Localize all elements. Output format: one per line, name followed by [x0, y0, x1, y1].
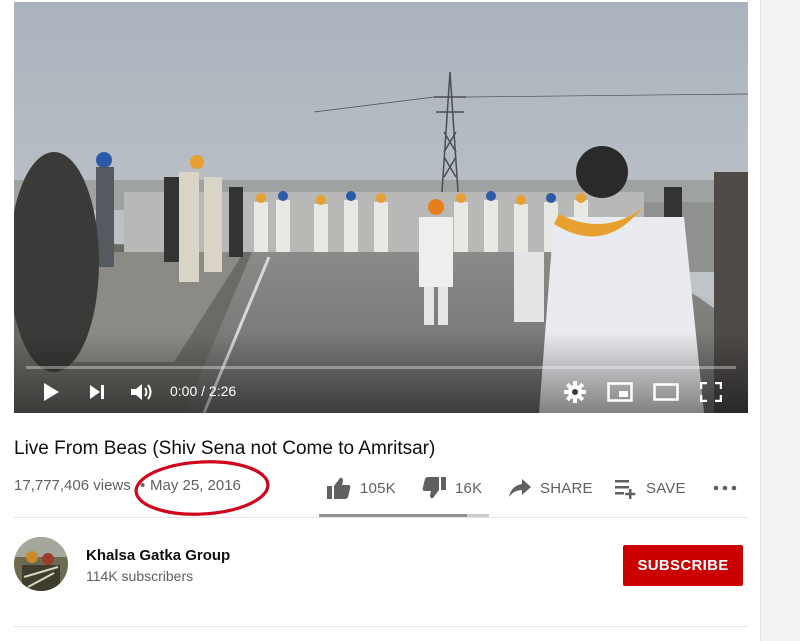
channel-avatar[interactable]	[14, 537, 68, 591]
like-button[interactable]: 105K	[326, 474, 396, 502]
subscribe-button[interactable]: SUBSCRIBE	[623, 545, 743, 586]
more-horizontal-icon	[713, 485, 737, 491]
right-panel-border	[760, 0, 761, 641]
video-player[interactable]: 0:00 / 2:26	[14, 2, 748, 413]
divider	[14, 517, 748, 518]
theater-mode-icon	[653, 383, 679, 401]
time-separator: /	[197, 383, 209, 399]
playlist-add-icon	[615, 480, 636, 499]
volume-icon	[131, 384, 152, 400]
fullscreen-button[interactable]	[698, 378, 724, 406]
thumbs-up-icon	[327, 477, 351, 499]
miniplayer-button[interactable]	[605, 378, 635, 406]
more-actions-button[interactable]	[713, 474, 737, 502]
next-button[interactable]	[84, 378, 110, 406]
duration: 2:26	[208, 383, 237, 399]
save-label: SAVE	[646, 479, 686, 497]
gear-icon	[564, 381, 586, 403]
skip-next-icon	[90, 385, 104, 399]
current-time: 0:00	[170, 383, 198, 399]
miniplayer-icon	[607, 382, 633, 402]
video-title: Live From Beas (Shiv Sena not Come to Am…	[14, 438, 436, 459]
dislike-count: 16K	[455, 479, 483, 497]
view-count: 17,777,406 views	[14, 477, 131, 494]
dislike-button[interactable]: 16K	[421, 474, 482, 502]
upload-date: May 25, 2016	[150, 477, 241, 494]
share-button[interactable]: SHARE	[508, 474, 593, 502]
share-icon	[509, 479, 531, 497]
settings-button[interactable]	[561, 378, 589, 406]
avatar-image	[14, 537, 68, 591]
play-button[interactable]	[38, 378, 64, 406]
progress-bar[interactable]	[26, 366, 736, 369]
theater-mode-button[interactable]	[651, 378, 681, 406]
volume-button[interactable]	[127, 378, 157, 406]
divider	[14, 626, 748, 627]
share-label: SHARE	[540, 479, 593, 497]
subscriber-count: 114K subscribers	[86, 568, 194, 584]
controls-gradient	[14, 332, 748, 413]
time-display: 0:00 / 2:26	[170, 380, 236, 402]
save-button[interactable]: SAVE	[614, 474, 686, 502]
right-panel-strip	[760, 0, 800, 641]
like-count: 105K	[360, 479, 396, 497]
channel-name[interactable]: Khalsa Gatka Group	[86, 547, 230, 565]
thumbs-down-icon	[422, 477, 446, 499]
meta-separator: •	[140, 477, 146, 494]
play-icon	[44, 383, 59, 401]
fullscreen-icon	[700, 382, 722, 402]
